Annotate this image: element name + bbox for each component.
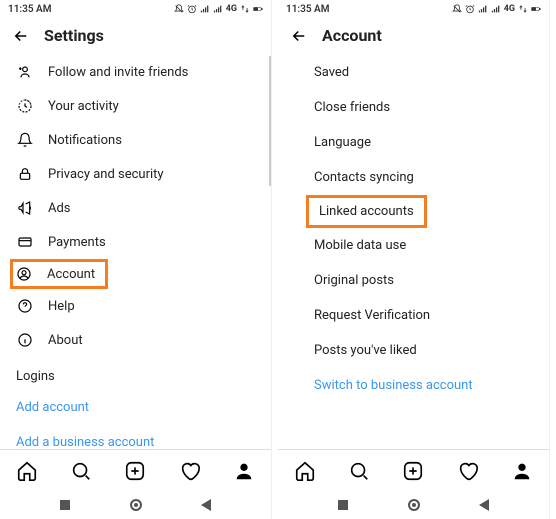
network-label: 4G [226,4,237,14]
tab-bar [0,449,271,491]
alarm-icon [187,4,197,14]
home-icon[interactable] [294,460,316,482]
heart-icon[interactable] [179,460,201,482]
heart-icon[interactable] [457,460,479,482]
alarm-icon [465,4,475,14]
status-bar: 11:35 AM 4G [0,0,271,18]
row-label: About [48,333,83,348]
status-bar: 11:35 AM 4G [278,0,549,18]
row-label: Payments [48,235,106,250]
network-label: 4G [504,4,515,14]
switch-business-link[interactable]: Switch to business account [292,368,535,403]
battery-icon [253,4,263,14]
page-title: Account [322,26,382,45]
back-arrow-icon[interactable] [12,27,30,45]
account-item-contacts[interactable]: Contacts syncing [292,160,535,195]
info-icon [17,332,33,348]
account-item-saved[interactable]: Saved [292,55,535,90]
account-item-close-friends[interactable]: Close friends [292,90,535,125]
status-time: 11:35 AM [8,4,52,15]
account-item-mobile-data[interactable]: Mobile data use [292,228,535,263]
data-arrows-icon [518,4,528,14]
signal-icon [478,4,488,14]
tab-bar [278,449,549,491]
settings-screen: 11:35 AM 4G Settings Follow and invite f… [0,0,272,519]
header: Account [278,18,549,55]
settings-item-notifications[interactable]: Notifications [14,123,257,157]
row-label: Linked accounts [319,204,414,219]
recent-apps-button[interactable] [60,500,70,510]
status-time: 11:35 AM [286,4,330,15]
bell-icon [17,132,33,148]
home-button[interactable] [408,499,420,511]
search-icon[interactable] [70,460,92,482]
account-item-language[interactable]: Language [292,125,535,160]
back-button[interactable] [201,499,211,511]
add-user-icon [17,64,33,80]
logins-heading: Logins [14,357,257,390]
row-label: Notifications [48,133,122,148]
signal-icon-2 [491,4,501,14]
settings-item-account[interactable]: Account [10,259,108,289]
row-label: Follow and invite friends [48,65,188,80]
android-nav-bar [0,491,271,519]
settings-item-about[interactable]: About [14,323,257,357]
home-icon[interactable] [16,460,38,482]
row-label: Account [47,267,95,282]
settings-list[interactable]: Follow and invite friends Your activity … [0,55,271,449]
add-account-link[interactable]: Add account [14,390,257,425]
account-item-linked[interactable]: Linked accounts [292,195,535,228]
row-label: Ads [48,201,71,216]
profile-icon[interactable] [233,460,255,482]
lock-icon [17,166,33,182]
account-item-liked[interactable]: Posts you've liked [292,333,535,368]
row-label: Help [48,299,75,314]
settings-item-follow[interactable]: Follow and invite friends [14,55,257,89]
status-indicators: 4G [452,4,541,14]
signal-icon [200,4,210,14]
data-arrows-icon [240,4,250,14]
settings-item-privacy[interactable]: Privacy and security [14,157,257,191]
android-nav-bar [278,491,549,519]
page-title: Settings [44,26,104,45]
help-icon [17,298,33,314]
recent-apps-button[interactable] [338,500,348,510]
profile-icon[interactable] [511,460,533,482]
bell-off-icon [174,4,184,14]
megaphone-icon [17,200,33,216]
settings-item-help[interactable]: Help [14,289,257,323]
back-arrow-icon[interactable] [290,27,308,45]
signal-icon-2 [213,4,223,14]
settings-item-activity[interactable]: Your activity [14,89,257,123]
settings-item-ads[interactable]: Ads [14,191,257,225]
home-button[interactable] [130,499,142,511]
add-post-icon[interactable] [124,460,146,482]
row-label: Privacy and security [48,167,164,182]
add-business-account-link[interactable]: Add a business account [14,425,257,449]
row-label: Your activity [48,99,119,114]
status-indicators: 4G [174,4,263,14]
user-circle-icon [16,266,32,282]
back-button[interactable] [479,499,489,511]
card-icon [17,234,33,250]
scrollbar[interactable] [269,56,271,186]
search-icon[interactable] [348,460,370,482]
settings-item-payments[interactable]: Payments [14,225,257,259]
account-screen: 11:35 AM 4G Account Saved Close friends … [278,0,550,519]
clock-icon [17,98,33,114]
add-post-icon[interactable] [402,460,424,482]
account-item-verification[interactable]: Request Verification [292,298,535,333]
header: Settings [0,18,271,55]
account-list[interactable]: Saved Close friends Language Contacts sy… [278,55,549,449]
battery-icon [531,4,541,14]
bell-off-icon [452,4,462,14]
account-item-original[interactable]: Original posts [292,263,535,298]
